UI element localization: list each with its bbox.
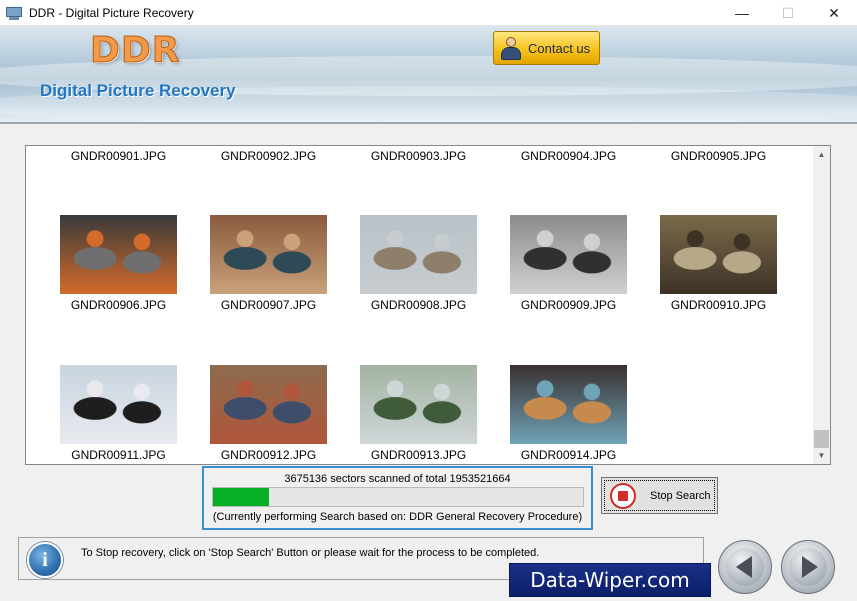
file-name-label: GNDR00909.JPG bbox=[520, 298, 617, 312]
brand-logo: Data-Wiper.com bbox=[509, 563, 711, 597]
scroll-thumb[interactable] bbox=[814, 430, 829, 448]
stop-icon bbox=[610, 482, 636, 509]
back-button[interactable] bbox=[718, 540, 772, 594]
scan-progress-panel: 3675136 sectors scanned of total 1953521… bbox=[202, 466, 593, 530]
scroll-up-arrow-icon[interactable]: ▲ bbox=[813, 146, 830, 163]
file-name-label: GNDR00903.JPG bbox=[370, 149, 467, 163]
file-name-label: GNDR00914.JPG bbox=[520, 448, 617, 462]
photo-thumbnail-image bbox=[210, 365, 327, 444]
minimize-button[interactable]: — bbox=[719, 0, 765, 26]
close-button[interactable]: ✕ bbox=[811, 0, 857, 26]
contact-us-label: Contact us bbox=[528, 40, 591, 56]
photo-thumbnail-image bbox=[510, 215, 627, 294]
scan-progress-fill bbox=[213, 488, 269, 506]
contact-person-icon bbox=[500, 36, 522, 60]
file-name-label: GNDR00905.JPG bbox=[670, 149, 767, 163]
maximize-button[interactable]: ☐ bbox=[765, 0, 811, 26]
file-name-label: GNDR00908.JPG bbox=[370, 298, 467, 312]
file-name-label: GNDR00913.JPG bbox=[370, 448, 467, 462]
app-icon bbox=[6, 5, 22, 21]
scan-progress-bar bbox=[212, 487, 584, 507]
photo-thumbnail-image bbox=[210, 215, 327, 294]
header-banner: DDR Digital Picture Recovery Contact us bbox=[0, 26, 857, 122]
photo-thumbnail-image bbox=[510, 365, 627, 444]
next-button[interactable] bbox=[781, 540, 835, 594]
file-name-label: GNDR00907.JPG bbox=[220, 298, 317, 312]
info-icon: i bbox=[27, 542, 63, 578]
scroll-down-arrow-icon[interactable]: ▼ bbox=[813, 447, 830, 464]
status-message: To Stop recovery, click on 'Stop Search'… bbox=[81, 547, 540, 559]
recovered-files-gallery[interactable]: GNDR00901.JPG GNDR00902.JPG GNDR00903.JPG G… bbox=[25, 145, 831, 465]
stop-search-button[interactable]: Stop Search bbox=[601, 477, 718, 514]
stop-search-label: Stop Search bbox=[650, 489, 711, 502]
procedure-text: (Currently performing Search based on: D… bbox=[212, 511, 583, 523]
header-subtitle: Digital Picture Recovery bbox=[40, 81, 236, 100]
photo-thumbnail-image bbox=[360, 365, 477, 444]
gallery-scrollbar[interactable]: ▲ ▼ bbox=[813, 146, 830, 464]
back-arrow-icon bbox=[735, 556, 752, 578]
header-divider bbox=[0, 122, 857, 124]
file-name-label: GNDR00902.JPG bbox=[220, 149, 317, 163]
window-controls: — ☐ ✕ bbox=[719, 0, 857, 26]
file-name-label: GNDR00912.JPG bbox=[220, 448, 317, 462]
photo-thumbnail-image bbox=[360, 215, 477, 294]
file-name-label: GNDR00911.JPG bbox=[71, 448, 166, 462]
sectors-scanned-text: 3675136 sectors scanned of total 1953521… bbox=[284, 473, 511, 485]
title-bar: DDR - Digital Picture Recovery — ☐ ✕ bbox=[0, 0, 857, 26]
photo-thumbnail-image bbox=[60, 215, 177, 294]
contact-us-button[interactable]: Contact us bbox=[493, 31, 600, 65]
window-title: DDR - Digital Picture Recovery bbox=[29, 5, 194, 20]
file-name-label: GNDR00910.JPG bbox=[670, 298, 767, 312]
file-name-label: GNDR00901.JPG bbox=[70, 149, 167, 163]
file-name-label: GNDR00904.JPG bbox=[520, 149, 617, 163]
photo-thumbnail-image bbox=[660, 215, 777, 294]
photo-thumbnail-image bbox=[60, 365, 177, 444]
ddr-logo: DDR bbox=[90, 30, 181, 72]
file-name-label: GNDR00906.JPG bbox=[70, 298, 167, 312]
next-arrow-icon bbox=[801, 556, 818, 578]
